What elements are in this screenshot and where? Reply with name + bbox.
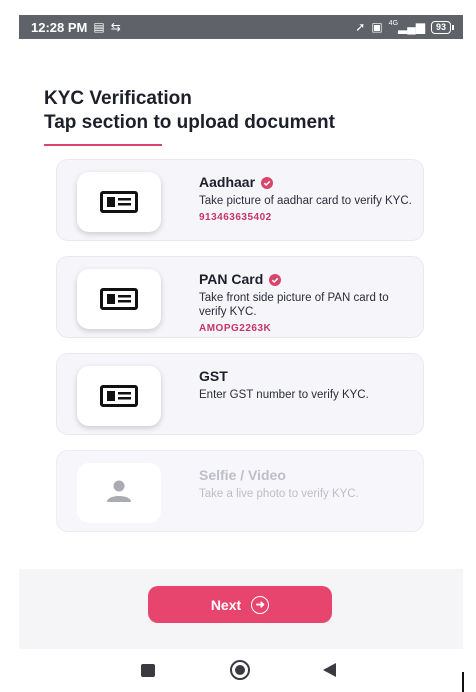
message-icon: ▤ <box>93 20 105 34</box>
verified-badge-icon <box>261 176 274 189</box>
page-subtitle: Tap section to upload document <box>44 112 335 133</box>
card-description: Take picture of aadhar card to verify KY… <box>199 195 412 207</box>
status-right: ➚ ▣ 4G▂▄▆ 93 <box>355 20 455 34</box>
home-button[interactable] <box>230 660 250 680</box>
card-text: Selfie / Video Take a live photo to veri… <box>199 467 414 501</box>
battery-icon: 93 <box>430 20 455 34</box>
next-button[interactable]: Next ➜ <box>148 586 332 623</box>
card-thumbnail <box>77 269 161 329</box>
id-card-icon <box>100 385 138 407</box>
card-thumbnail <box>77 366 161 426</box>
id-card-icon <box>100 191 138 213</box>
person-icon <box>105 479 133 508</box>
verified-badge-icon <box>269 273 282 286</box>
arrow-right-circle-icon: ➜ <box>251 595 270 614</box>
card-title: Selfie / Video <box>199 467 286 483</box>
card-title: GST <box>199 368 228 384</box>
card-title-row: Aadhaar <box>199 174 414 190</box>
kyc-card-selfie[interactable]: Selfie / Video Take a live photo to veri… <box>56 450 424 532</box>
card-title-row: GST <box>199 368 414 384</box>
card-title-row: Selfie / Video <box>199 467 414 483</box>
card-text: PAN Card Take front side picture of PAN … <box>199 271 414 334</box>
header: KYC Verification Tap section to upload d… <box>44 88 335 146</box>
footer: Next ➜ <box>19 569 463 649</box>
kyc-card-aadhaar[interactable]: Aadhaar Take picture of aadhar card to v… <box>56 159 424 241</box>
status-bar: 12:28 PM ▤ ⇆ ➚ ▣ 4G▂▄▆ 93 <box>19 15 463 39</box>
card-title: Aadhaar <box>199 174 256 190</box>
card-description: Take front side picture of PAN card to v… <box>199 292 389 318</box>
card-title: PAN Card <box>199 271 264 287</box>
card-value: 913463635402 <box>199 212 272 223</box>
text-cursor <box>462 672 464 692</box>
card-description: Enter GST number to verify KYC. <box>199 389 369 401</box>
card-text: GST Enter GST number to verify KYC. <box>199 368 414 402</box>
card-title-row: PAN Card <box>199 271 414 287</box>
kyc-card-pan[interactable]: PAN Card Take front side picture of PAN … <box>56 256 424 338</box>
network-label: 4G <box>388 20 399 27</box>
recents-button[interactable] <box>141 664 155 677</box>
card-text: Aadhaar Take picture of aadhar card to v… <box>199 174 414 223</box>
card-value: AMOPG2263K <box>199 323 272 334</box>
back-button[interactable] <box>323 663 336 677</box>
page-title: KYC Verification <box>44 88 192 109</box>
id-card-icon <box>100 288 138 310</box>
status-left: 12:28 PM ▤ ⇆ <box>31 20 121 35</box>
system-nav-bar <box>0 650 476 692</box>
wifi-calling-icon: ⇆ <box>110 20 121 34</box>
location-icon: ➚ <box>355 20 366 34</box>
volte-icon: ▣ <box>371 20 383 34</box>
battery-level: 93 <box>435 21 446 32</box>
next-label: Next <box>210 596 242 613</box>
status-time: 12:28 PM <box>31 19 88 35</box>
card-description: Take a live photo to verify KYC. <box>199 488 359 500</box>
card-thumbnail <box>77 463 161 523</box>
card-thumbnail <box>77 172 161 232</box>
title-underline <box>44 144 162 146</box>
kyc-card-gst[interactable]: GST Enter GST number to verify KYC. <box>56 353 424 435</box>
signal-icon: 4G▂▄▆ <box>388 20 425 34</box>
